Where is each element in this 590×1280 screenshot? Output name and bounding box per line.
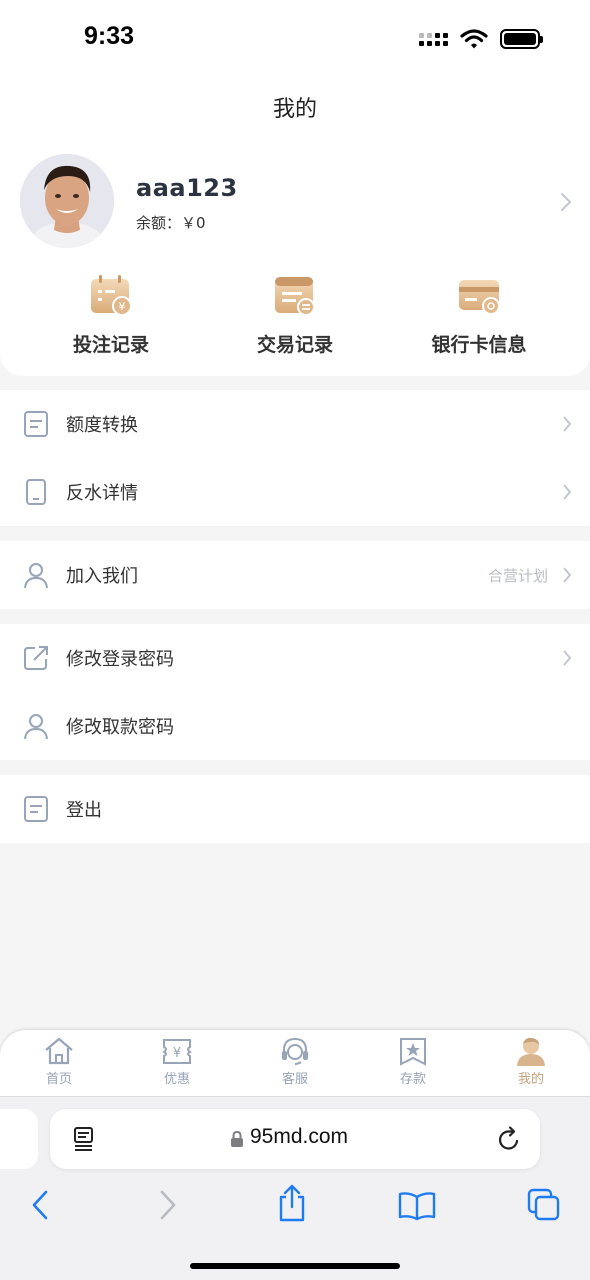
menu-item-logout[interactable]: 登出: [0, 775, 590, 843]
menu-item-change-login-password[interactable]: 修改登录密码: [0, 624, 590, 692]
user-icon: [24, 563, 48, 589]
partner-plan-label: 合营计划: [487, 566, 548, 585]
cellular-signal-icon: [419, 32, 448, 46]
previous-tab-preview[interactable]: [0, 1109, 38, 1169]
tab-label: 首页: [45, 1072, 72, 1087]
tab-label: 存款: [399, 1072, 426, 1087]
address-bar[interactable]: 95md.com: [50, 1109, 540, 1169]
tab-label: 我的: [517, 1072, 544, 1087]
document-icon: [24, 796, 48, 822]
menu-group-security: 修改登录密码 修改取款密码: [0, 624, 590, 760]
balance: 余额：￥0: [136, 212, 206, 233]
profile-card[interactable]: aaa123 余额：￥0 ¥ 投注记录 交易记录 银行卡信息: [0, 144, 590, 376]
browser-toolbar: 95md.com: [0, 1096, 590, 1280]
menu-group-partner: 加入我们 合营计划: [0, 541, 590, 609]
battery-icon: [500, 29, 543, 49]
menu-group-finance: 额度转换 反水详情: [0, 390, 590, 526]
svg-text:¥: ¥: [119, 300, 126, 313]
balance-value: ￥0: [181, 214, 206, 232]
balance-label: 余额：: [136, 214, 182, 232]
transaction-record-icon: [275, 277, 315, 316]
document-icon: [24, 411, 48, 437]
menu-item-label: 登出: [66, 800, 102, 821]
forward-icon[interactable]: [158, 1189, 178, 1221]
menu-item-label: 反水详情: [66, 483, 138, 504]
tab-label: 优惠: [163, 1072, 190, 1087]
bet-record-button[interactable]: ¥ 投注记录: [16, 272, 206, 357]
deposit-bookmark-icon: [400, 1038, 426, 1066]
external-link-icon: [24, 646, 48, 670]
reload-icon[interactable]: [496, 1125, 522, 1153]
headset-icon: [282, 1037, 308, 1065]
menu-item-label: 额度转换: [66, 415, 138, 436]
wifi-icon: [460, 29, 488, 49]
share-icon[interactable]: [276, 1183, 308, 1223]
status-time: 9:33: [84, 22, 135, 50]
back-icon[interactable]: [30, 1189, 50, 1221]
chevron-right-icon: [563, 650, 572, 666]
header: 我的: [0, 76, 590, 144]
menu-group-logout: 登出: [0, 775, 590, 843]
chevron-right-icon[interactable]: [560, 192, 572, 212]
home-indicator: [190, 1263, 400, 1269]
menu-item-label: 加入我们: [66, 566, 138, 587]
avatar[interactable]: [20, 154, 114, 248]
promotion-ticket-icon: ¥: [162, 1039, 192, 1064]
tab-home[interactable]: 首页: [0, 1036, 118, 1087]
chevron-right-icon: [563, 567, 572, 583]
page-title: 我的: [272, 97, 317, 122]
menu-item-change-withdraw-password[interactable]: 修改取款密码: [0, 692, 590, 760]
phone-icon: [26, 479, 46, 505]
tabs-icon[interactable]: [526, 1187, 562, 1221]
bottom-tab-bar: 首页 ¥ 优惠 客服 存款 我的: [0, 1030, 590, 1096]
url-text: 95md.com: [250, 1125, 349, 1148]
bank-card-icon: [459, 280, 500, 315]
chevron-right-icon: [563, 416, 572, 432]
menu-item-rebate-details[interactable]: 反水详情: [0, 458, 590, 526]
menu-item-quota-transfer[interactable]: 额度转换: [0, 390, 590, 458]
user-avatar-icon: [517, 1037, 545, 1066]
chevron-right-icon: [563, 484, 572, 500]
svg-text:¥: ¥: [173, 1046, 181, 1061]
username: aaa123: [136, 174, 238, 202]
lock-icon: [231, 1130, 243, 1147]
bet-record-icon: ¥: [91, 275, 132, 316]
avatar-photo-icon: [20, 154, 114, 248]
home-icon: [45, 1037, 73, 1065]
bank-card-info-button[interactable]: 银行卡信息: [384, 272, 574, 357]
menu-item-label: 修改取款密码: [66, 717, 174, 738]
menu-item-label: 修改登录密码: [66, 649, 174, 670]
bank-card-info-label: 银行卡信息: [431, 334, 527, 356]
reader-mode-icon[interactable]: [72, 1126, 96, 1152]
user-icon: [24, 714, 48, 740]
tab-customer-service[interactable]: 客服: [236, 1036, 354, 1087]
status-bar: 9:33: [0, 0, 590, 76]
bet-record-label: 投注记录: [72, 334, 149, 356]
status-indicators: [419, 28, 543, 50]
tab-deposit[interactable]: 存款: [354, 1036, 472, 1087]
page: 9:33 我的 aaa123 余额：￥0 ¥ 投注记录 交易记录 银行卡信息 额…: [0, 0, 590, 1280]
tab-label: 客服: [281, 1072, 308, 1087]
tab-mine[interactable]: 我的: [472, 1036, 590, 1087]
transaction-record-button[interactable]: 交易记录: [200, 272, 390, 357]
tab-promotions[interactable]: ¥ 优惠: [118, 1036, 236, 1087]
menu-item-join-us[interactable]: 加入我们 合营计划: [0, 541, 590, 609]
transaction-record-label: 交易记录: [256, 334, 333, 356]
bookmarks-icon[interactable]: [398, 1191, 436, 1221]
